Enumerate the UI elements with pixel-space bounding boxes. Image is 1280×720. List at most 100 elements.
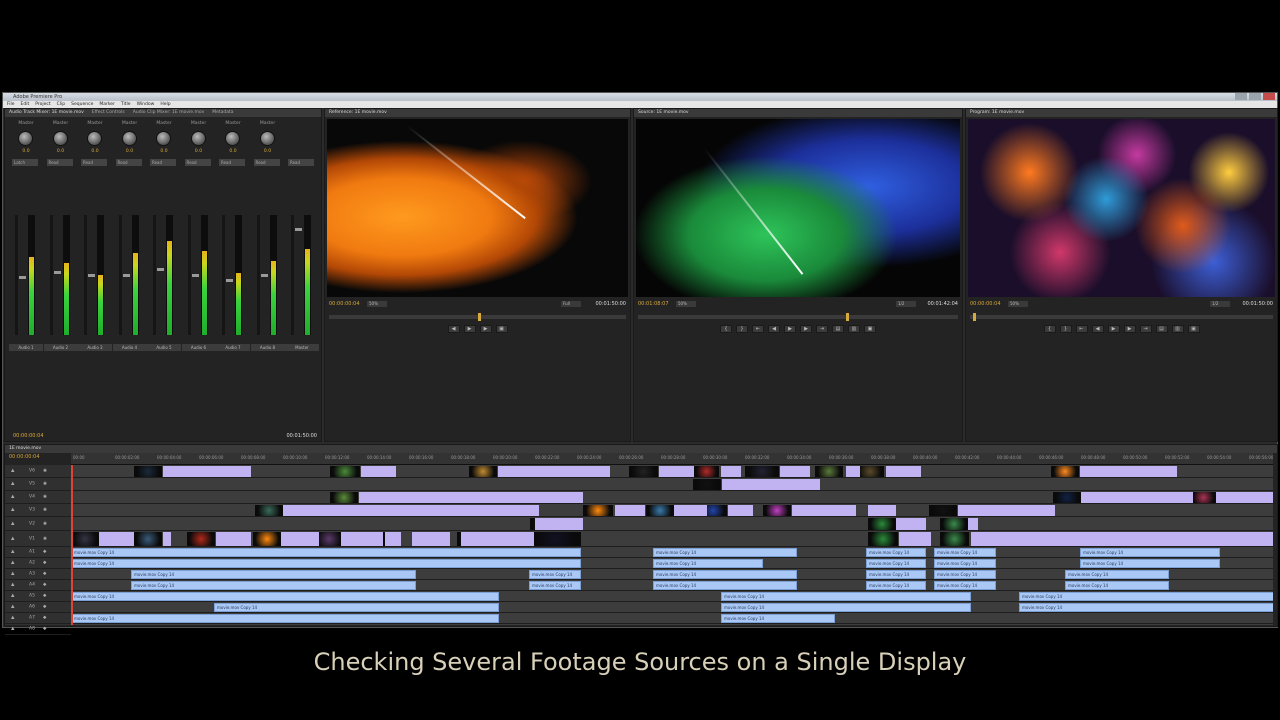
video-clip[interactable]	[958, 505, 1055, 516]
video-clip[interactable]	[412, 532, 450, 546]
audio-clip[interactable]: movie.mov Copy 14	[131, 581, 416, 590]
fader-handle[interactable]	[18, 274, 27, 280]
audio-clip[interactable]: movie.mov Copy 14	[934, 548, 996, 557]
speaker-icon[interactable]: ◆	[43, 594, 46, 599]
track-header[interactable]: ▲ A8 ◆	[5, 624, 71, 635]
track-header[interactable]: ▲ V5 ◉	[5, 478, 71, 491]
clip-thumbnail[interactable]	[763, 505, 791, 516]
speaker-icon[interactable]: ◆	[43, 627, 46, 632]
fader-handle[interactable]	[121, 272, 131, 278]
speaker-icon[interactable]: ◆	[43, 616, 46, 621]
lock-icon[interactable]: ▲	[11, 572, 14, 577]
eye-icon[interactable]: ◉	[43, 482, 47, 487]
audio-clip[interactable]: movie.mov Copy 14	[866, 548, 926, 557]
lock-icon[interactable]: ▲	[11, 561, 14, 566]
export-frame-icon[interactable]: ▣	[864, 325, 876, 333]
video-clip[interactable]	[846, 466, 860, 477]
step-back-icon[interactable]: ◀	[447, 325, 460, 333]
eye-icon[interactable]: ◉	[43, 508, 47, 513]
export-frame-icon[interactable]: ▣	[1187, 325, 1200, 333]
track-row[interactable]	[71, 478, 1273, 491]
lock-icon[interactable]: ▲	[11, 536, 14, 541]
video-clip[interactable]	[728, 505, 753, 516]
step-forward-icon[interactable]: ▶	[1123, 325, 1136, 333]
clip-thumbnail[interactable]	[134, 466, 162, 477]
mark-in-icon[interactable]: {	[1043, 325, 1056, 333]
source-zoom-select[interactable]: 50%	[676, 301, 696, 307]
automation-mode-select[interactable]: Read	[288, 159, 314, 166]
audio-clip[interactable]: movie.mov Copy 14	[653, 581, 797, 590]
video-clip[interactable]	[721, 466, 741, 477]
audio-clip[interactable]: movie.mov Copy 14	[1019, 603, 1273, 612]
clip-thumbnail[interactable]	[134, 532, 162, 546]
video-clip[interactable]	[1081, 492, 1193, 503]
video-clip[interactable]	[868, 505, 896, 516]
menu-item-clip[interactable]: Clip	[57, 101, 66, 108]
clip-thumbnail[interactable]	[646, 505, 674, 516]
video-clip[interactable]	[838, 505, 856, 516]
audio-clip[interactable]: movie.mov Copy 14	[721, 603, 971, 612]
clip-thumbnail[interactable]	[330, 466, 360, 477]
maximize-button[interactable]	[1249, 93, 1261, 100]
program-scrub-bar[interactable]	[970, 313, 1273, 321]
lock-icon[interactable]: ▲	[11, 521, 14, 526]
track-header[interactable]: ▲ A1 ◆	[5, 547, 71, 558]
menu-item-edit[interactable]: Edit	[21, 101, 30, 108]
volume-fader[interactable]	[49, 215, 62, 335]
volume-fader[interactable]	[15, 215, 27, 335]
mark-out-icon[interactable]: }	[1059, 325, 1072, 333]
volume-fader[interactable]	[291, 215, 303, 335]
program-video-frame[interactable]	[968, 119, 1275, 297]
play-icon[interactable]: ▶	[463, 325, 476, 333]
audio-clip[interactable]: movie.mov Copy 14	[866, 570, 926, 579]
pan-knob[interactable]	[121, 131, 137, 146]
tab-reference[interactable]: Reference: 1E movie.mov	[329, 109, 387, 117]
fader-handle[interactable]	[87, 272, 96, 278]
lock-icon[interactable]: ▲	[11, 550, 14, 555]
lift-icon[interactable]: ▤	[1155, 325, 1168, 333]
tab-source[interactable]: Source: 1E movie.mov	[638, 109, 689, 117]
eye-icon[interactable]: ◉	[43, 469, 47, 474]
menu-item-file[interactable]: File	[7, 101, 15, 108]
clip-thumbnail[interactable]	[815, 466, 843, 477]
lock-icon[interactable]: ▲	[11, 583, 14, 588]
automation-mode-select[interactable]: Read	[46, 159, 73, 166]
video-clip[interactable]	[1216, 492, 1273, 503]
mixer-tab[interactable]: Effect Controls	[92, 109, 125, 117]
lock-icon[interactable]: ▲	[11, 605, 14, 610]
menu-item-window[interactable]: Window	[137, 101, 155, 108]
video-clip[interactable]	[968, 518, 978, 530]
automation-mode-select[interactable]: Read	[184, 159, 211, 166]
eye-icon[interactable]: ◉	[43, 536, 47, 541]
track-header[interactable]: ▲ A2 ◆	[5, 558, 71, 569]
video-clip[interactable]	[780, 466, 810, 477]
audio-clip[interactable]: movie.mov Copy 14	[721, 592, 971, 601]
minimize-button[interactable]	[1235, 93, 1247, 100]
automation-mode-select[interactable]: Read	[115, 159, 142, 166]
video-clip[interactable]	[216, 532, 251, 546]
mixer-tab[interactable]: Audio Track Mixer: 1E movie.mov	[9, 109, 84, 117]
eye-icon[interactable]: ◉	[43, 521, 47, 526]
mark-out-icon[interactable]: }	[736, 325, 748, 333]
volume-fader[interactable]	[84, 215, 96, 335]
clip-thumbnail[interactable]	[255, 505, 283, 516]
reference-playhead[interactable]	[477, 313, 481, 321]
track-header[interactable]: ▲ A3 ◆	[5, 569, 71, 580]
video-clip[interactable]	[971, 532, 1273, 546]
audio-clip[interactable]: movie.mov Copy 14	[214, 603, 499, 612]
tab-program[interactable]: Program: 1E movie.mov	[970, 109, 1024, 117]
audio-clip[interactable]: movie.mov Copy 14	[71, 592, 499, 601]
step-forward-icon[interactable]: ▶	[479, 325, 492, 333]
track-header[interactable]: ▲ A4 ◆	[5, 580, 71, 591]
pan-knob[interactable]	[225, 131, 240, 146]
go-to-in-icon[interactable]: ⇤	[1075, 325, 1088, 333]
clip-thumbnail[interactable]	[629, 466, 658, 477]
video-clip[interactable]	[535, 518, 583, 530]
volume-fader[interactable]	[222, 215, 234, 335]
go-to-out-icon[interactable]: ⇥	[816, 325, 828, 333]
video-clip[interactable]	[163, 532, 171, 546]
play-icon[interactable]: ▶	[1107, 325, 1120, 333]
clip-thumbnail[interactable]	[583, 505, 613, 516]
clip-thumbnail[interactable]	[745, 466, 779, 477]
video-clip[interactable]	[486, 532, 534, 546]
